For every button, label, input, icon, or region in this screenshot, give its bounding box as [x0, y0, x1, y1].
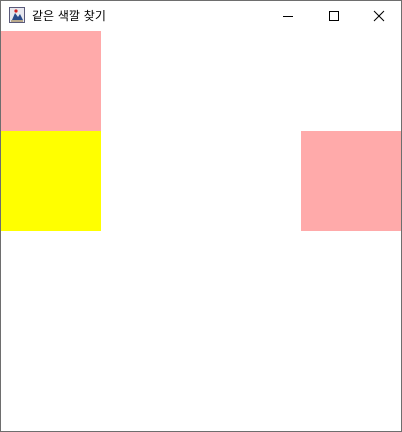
maximize-icon [329, 11, 339, 21]
minimize-icon [283, 16, 293, 17]
game-board[interactable] [1, 31, 401, 431]
close-icon [373, 10, 385, 22]
maximize-button[interactable] [311, 1, 357, 31]
app-window: 같은 색깔 찾기 [0, 0, 402, 432]
color-tile[interactable] [301, 131, 401, 231]
java-app-icon [9, 7, 25, 23]
color-tile[interactable] [1, 131, 101, 231]
minimize-button[interactable] [265, 1, 311, 31]
color-tile[interactable] [1, 31, 101, 131]
close-button[interactable] [356, 1, 402, 31]
title-bar[interactable]: 같은 색깔 찾기 [1, 1, 401, 31]
window-title: 같은 색깔 찾기 [32, 9, 106, 23]
